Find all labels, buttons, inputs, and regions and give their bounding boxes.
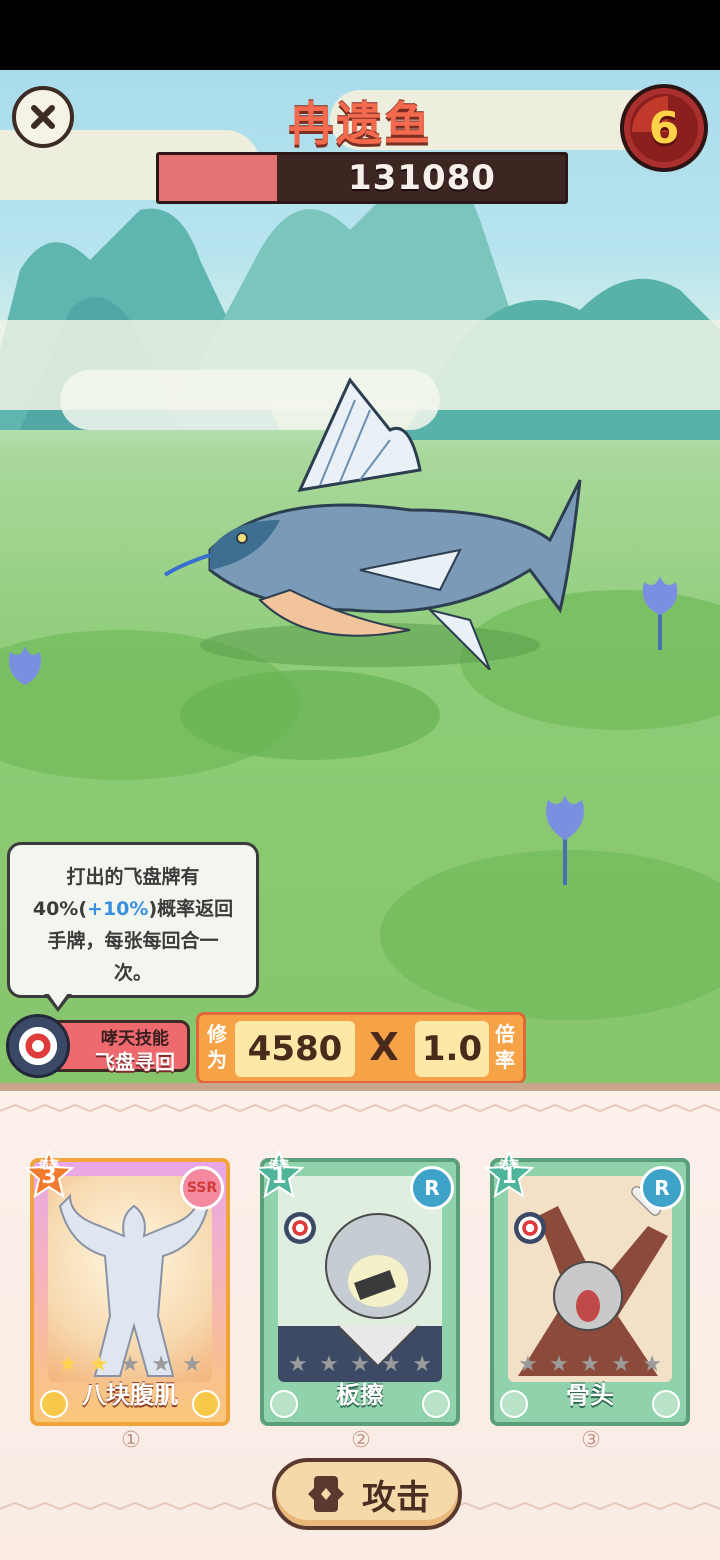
multiply-sign: X — [369, 1025, 399, 1069]
card-rate-badge: 倍率 1 — [253, 1149, 305, 1200]
star-icon: ★ — [120, 1352, 140, 1377]
star-icon: ★ — [288, 1352, 308, 1377]
hand-card-3[interactable]: 倍率 1 R ★ ★ ★ ★ ★ 骨头 — [483, 1149, 690, 1426]
card-rate-value: 1 — [271, 1164, 287, 1189]
star-icon: ★ — [89, 1352, 109, 1377]
card-stars: ★ ★ ★ ★ ★ — [518, 1354, 662, 1376]
star-icon: ★ — [412, 1352, 432, 1377]
tooltip-line-3: 手牌，每张每回合一 — [47, 930, 219, 952]
card-play-icon — [308, 1476, 344, 1512]
card-slot-number: ② — [351, 1428, 371, 1453]
boss-hp-fill — [159, 155, 277, 201]
star-icon: ★ — [518, 1352, 538, 1377]
frisbee-icon — [6, 1014, 70, 1078]
rarity-badge: SSR — [180, 1166, 224, 1210]
star-icon: ★ — [350, 1352, 370, 1377]
skill-name: 飞盘寻回 — [95, 1050, 175, 1074]
card-rate-badge: 倍率 3 — [23, 1149, 75, 1200]
star-icon: ★ — [182, 1352, 202, 1377]
rarity-badge: R — [410, 1166, 454, 1210]
turn-counter-value: 6 — [648, 102, 680, 154]
star-icon: ★ — [549, 1352, 569, 1377]
card-stars: ★ ★ ★ ★ ★ — [288, 1354, 432, 1376]
boss-fish-image — [163, 377, 582, 670]
skill-tooltip: 打出的飞盘牌有 40%(+10%)概率返回 手牌，每张每回合一 次。 — [7, 842, 259, 998]
cultivation-value: 4580 — [235, 1021, 355, 1077]
card-slot-number: ③ — [581, 1428, 601, 1453]
hand-card-1[interactable]: 倍率 3 SSR ★ ★ ★ ★ ★ 八块腹肌 — [23, 1149, 230, 1426]
star-icon: ★ — [151, 1352, 171, 1377]
tooltip-bonus: +10% — [87, 898, 149, 920]
star-icon: ★ — [642, 1352, 662, 1377]
rarity-badge: R — [640, 1166, 684, 1210]
boss-hp-value: 131080 — [348, 158, 496, 198]
star-icon: ★ — [58, 1352, 78, 1377]
cultivation-label: 修为 — [207, 1022, 227, 1072]
attack-label: 攻击 — [362, 1477, 430, 1518]
star-icon: ★ — [580, 1352, 600, 1377]
card-rate-badge: 倍率 1 — [483, 1149, 535, 1200]
card-rate-value: 1 — [501, 1164, 517, 1189]
tooltip-line-4: 次。 — [113, 962, 152, 984]
boss-name: 冉遗鱼 — [288, 97, 432, 151]
star-icon: ★ — [319, 1352, 339, 1377]
score-panel: 修为 4580 X 1.0 倍率 — [196, 1012, 526, 1084]
skill-button[interactable]: 哮天技能 飞盘寻回 — [6, 1014, 190, 1078]
attack-button[interactable]: 攻击 — [272, 1458, 462, 1530]
card-slot-number: ① — [121, 1428, 141, 1453]
multiplier-value: 1.0 — [415, 1021, 489, 1077]
turn-counter: 6 — [620, 84, 708, 172]
frisbee-icon — [284, 1212, 316, 1244]
hand-card-2[interactable]: 倍率 1 R ★ ★ ★ ★ ★ 板擦 — [253, 1149, 460, 1426]
star-icon: ★ — [611, 1352, 631, 1377]
tooltip-line-1: 打出的飞盘牌有 — [66, 866, 200, 888]
frisbee-icon — [514, 1212, 546, 1244]
tooltip-line-2: 40%(+10%)概率返回 — [32, 898, 234, 920]
boss-hp-bar: 131080 — [156, 152, 568, 204]
card-rate-value: 3 — [41, 1164, 57, 1189]
multiplier-label: 倍率 — [495, 1022, 515, 1072]
card-stars: ★ ★ ★ ★ ★ — [58, 1354, 202, 1376]
status-bar — [0, 0, 720, 70]
star-icon: ★ — [381, 1352, 401, 1377]
